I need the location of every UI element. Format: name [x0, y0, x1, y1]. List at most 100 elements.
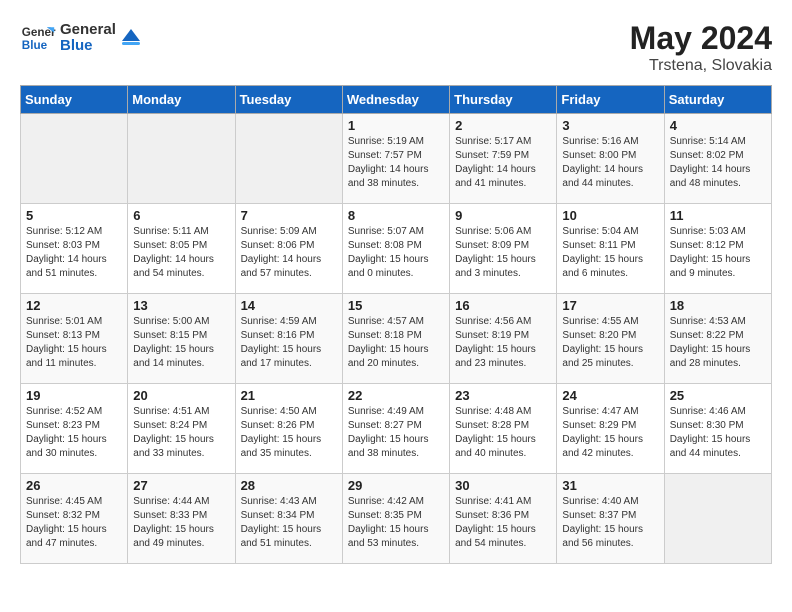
day-info: Sunrise: 4:43 AM Sunset: 8:34 PM Dayligh… — [241, 495, 337, 551]
col-header-sunday: Sunday — [21, 86, 128, 114]
calendar-cell: 2Sunrise: 5:17 AM Sunset: 7:59 PM Daylig… — [450, 114, 557, 204]
calendar-cell: 14Sunrise: 4:59 AM Sunset: 8:16 PM Dayli… — [235, 294, 342, 384]
day-number: 17 — [562, 298, 658, 313]
calendar-cell — [235, 114, 342, 204]
day-number: 30 — [455, 478, 551, 493]
logo-boat-icon — [120, 27, 142, 49]
calendar-cell: 21Sunrise: 4:50 AM Sunset: 8:26 PM Dayli… — [235, 384, 342, 474]
day-number: 27 — [133, 478, 229, 493]
month-year-title: May 2024 — [630, 20, 772, 57]
day-info: Sunrise: 4:48 AM Sunset: 8:28 PM Dayligh… — [455, 405, 551, 461]
day-info: Sunrise: 4:49 AM Sunset: 8:27 PM Dayligh… — [348, 405, 444, 461]
calendar-cell: 15 Sunrise: 4:57 AM Sunset: 8:18 PM Dayli… — [342, 294, 449, 384]
col-header-saturday: Saturday — [664, 86, 771, 114]
day-number: 5 — [26, 208, 122, 223]
calendar-week-row: 5 Sunrise: 5:12 AM Sunset: 8:03 PM Daylig… — [21, 204, 772, 294]
day-info: Sunrise: 5:01 AM Sunset: 8:13 PM Dayligh… — [26, 315, 122, 371]
calendar-cell: 24 Sunrise: 4:47 AM Sunset: 8:29 PM Dayli… — [557, 384, 664, 474]
day-number: 24 — [562, 388, 658, 403]
day-info: Sunrise: 5:04 AM Sunset: 8:11 PM Dayligh… — [562, 225, 658, 281]
calendar-cell: 28 Sunrise: 4:43 AM Sunset: 8:34 PM Dayli… — [235, 474, 342, 564]
day-number: 26 — [26, 478, 122, 493]
day-number: 28 — [241, 478, 337, 493]
day-info: Sunrise: 4:45 AM Sunset: 8:32 PM Dayligh… — [26, 495, 122, 551]
day-number: 12 — [26, 298, 122, 313]
day-number: 29 — [348, 478, 444, 493]
location-text: Trstena, Slovakia — [630, 57, 772, 75]
calendar-cell: 29 Sunrise: 4:42 AM Sunset: 8:35 PM Dayli… — [342, 474, 449, 564]
day-number: 20 — [133, 388, 229, 403]
day-number: 9 — [455, 208, 551, 223]
calendar-cell: 7 Sunrise: 5:09 AM Sunset: 8:06 PM Daylig… — [235, 204, 342, 294]
day-number: 25 — [670, 388, 766, 403]
day-info: Sunrise: 5:14 AM Sunset: 8:02 PM Dayligh… — [670, 135, 766, 191]
col-header-wednesday: Wednesday — [342, 86, 449, 114]
day-number: 15 — [348, 298, 444, 313]
col-header-thursday: Thursday — [450, 86, 557, 114]
calendar-cell: 1Sunrise: 5:19 AM Sunset: 7:57 PM Daylig… — [342, 114, 449, 204]
day-number: 3 — [562, 118, 658, 133]
day-number: 31 — [562, 478, 658, 493]
day-info: Sunrise: 4:52 AM Sunset: 8:23 PM Dayligh… — [26, 405, 122, 461]
day-number: 7 — [241, 208, 337, 223]
calendar-cell: 31Sunrise: 4:40 AM Sunset: 8:37 PM Dayli… — [557, 474, 664, 564]
calendar-cell — [21, 114, 128, 204]
calendar-cell: 25Sunrise: 4:46 AM Sunset: 8:30 PM Dayli… — [664, 384, 771, 474]
day-info: Sunrise: 4:47 AM Sunset: 8:29 PM Dayligh… — [562, 405, 658, 461]
day-number: 16 — [455, 298, 551, 313]
calendar-cell: 23 Sunrise: 4:48 AM Sunset: 8:28 PM Dayli… — [450, 384, 557, 474]
day-number: 18 — [670, 298, 766, 313]
day-info: Sunrise: 5:07 AM Sunset: 8:08 PM Dayligh… — [348, 225, 444, 281]
calendar-cell — [128, 114, 235, 204]
logo-blue-text: Blue — [60, 38, 116, 55]
day-info: Sunrise: 4:55 AM Sunset: 8:20 PM Dayligh… — [562, 315, 658, 371]
day-number: 11 — [670, 208, 766, 223]
calendar-cell: 5 Sunrise: 5:12 AM Sunset: 8:03 PM Daylig… — [21, 204, 128, 294]
calendar-cell: 8 Sunrise: 5:07 AM Sunset: 8:08 PM Daylig… — [342, 204, 449, 294]
day-number: 6 — [133, 208, 229, 223]
day-info: Sunrise: 4:57 AM Sunset: 8:18 PM Dayligh… — [348, 315, 444, 371]
calendar-week-row: 12 Sunrise: 5:01 AM Sunset: 8:13 PM Dayli… — [21, 294, 772, 384]
day-info: Sunrise: 4:42 AM Sunset: 8:35 PM Dayligh… — [348, 495, 444, 551]
col-header-tuesday: Tuesday — [235, 86, 342, 114]
calendar-cell: 27Sunrise: 4:44 AM Sunset: 8:33 PM Dayli… — [128, 474, 235, 564]
calendar-cell: 9 Sunrise: 5:06 AM Sunset: 8:09 PM Daylig… — [450, 204, 557, 294]
calendar-cell: 4 Sunrise: 5:14 AM Sunset: 8:02 PM Daylig… — [664, 114, 771, 204]
calendar-cell: 17 Sunrise: 4:55 AM Sunset: 8:20 PM Dayli… — [557, 294, 664, 384]
calendar-week-row: 19Sunrise: 4:52 AM Sunset: 8:23 PM Dayli… — [21, 384, 772, 474]
day-info: Sunrise: 4:56 AM Sunset: 8:19 PM Dayligh… — [455, 315, 551, 371]
calendar-cell: 13Sunrise: 5:00 AM Sunset: 8:15 PM Dayli… — [128, 294, 235, 384]
calendar-cell: 18 Sunrise: 4:53 AM Sunset: 8:22 PM Dayli… — [664, 294, 771, 384]
day-number: 10 — [562, 208, 658, 223]
title-block: May 2024 Trstena, Slovakia — [630, 20, 772, 75]
svg-text:Blue: Blue — [22, 39, 48, 52]
day-info: Sunrise: 5:12 AM Sunset: 8:03 PM Dayligh… — [26, 225, 122, 281]
day-info: Sunrise: 4:53 AM Sunset: 8:22 PM Dayligh… — [670, 315, 766, 371]
logo-icon: General Blue — [20, 20, 56, 56]
col-header-friday: Friday — [557, 86, 664, 114]
day-number: 22 — [348, 388, 444, 403]
col-header-monday: Monday — [128, 86, 235, 114]
calendar-cell: 22 Sunrise: 4:49 AM Sunset: 8:27 PM Dayli… — [342, 384, 449, 474]
day-info: Sunrise: 5:03 AM Sunset: 8:12 PM Dayligh… — [670, 225, 766, 281]
day-info: Sunrise: 5:00 AM Sunset: 8:15 PM Dayligh… — [133, 315, 229, 371]
calendar-cell: 20 Sunrise: 4:51 AM Sunset: 8:24 PM Dayli… — [128, 384, 235, 474]
calendar-week-row: 1Sunrise: 5:19 AM Sunset: 7:57 PM Daylig… — [21, 114, 772, 204]
day-info: Sunrise: 5:06 AM Sunset: 8:09 PM Dayligh… — [455, 225, 551, 281]
day-number: 21 — [241, 388, 337, 403]
day-info: Sunrise: 4:51 AM Sunset: 8:24 PM Dayligh… — [133, 405, 229, 461]
day-info: Sunrise: 5:16 AM Sunset: 8:00 PM Dayligh… — [562, 135, 658, 191]
calendar-cell: 6 Sunrise: 5:11 AM Sunset: 8:05 PM Daylig… — [128, 204, 235, 294]
calendar-cell: 10 Sunrise: 5:04 AM Sunset: 8:11 PM Dayli… — [557, 204, 664, 294]
day-info: Sunrise: 5:11 AM Sunset: 8:05 PM Dayligh… — [133, 225, 229, 281]
day-number: 8 — [348, 208, 444, 223]
calendar-cell: 30Sunrise: 4:41 AM Sunset: 8:36 PM Dayli… — [450, 474, 557, 564]
calendar-cell: 12 Sunrise: 5:01 AM Sunset: 8:13 PM Dayli… — [21, 294, 128, 384]
day-info: Sunrise: 5:09 AM Sunset: 8:06 PM Dayligh… — [241, 225, 337, 281]
logo-general-text: General — [60, 22, 116, 39]
day-number: 23 — [455, 388, 551, 403]
calendar-cell: 19Sunrise: 4:52 AM Sunset: 8:23 PM Dayli… — [21, 384, 128, 474]
day-number: 4 — [670, 118, 766, 133]
calendar-cell: 26 Sunrise: 4:45 AM Sunset: 8:32 PM Dayli… — [21, 474, 128, 564]
day-info: Sunrise: 5:19 AM Sunset: 7:57 PM Dayligh… — [348, 135, 444, 191]
